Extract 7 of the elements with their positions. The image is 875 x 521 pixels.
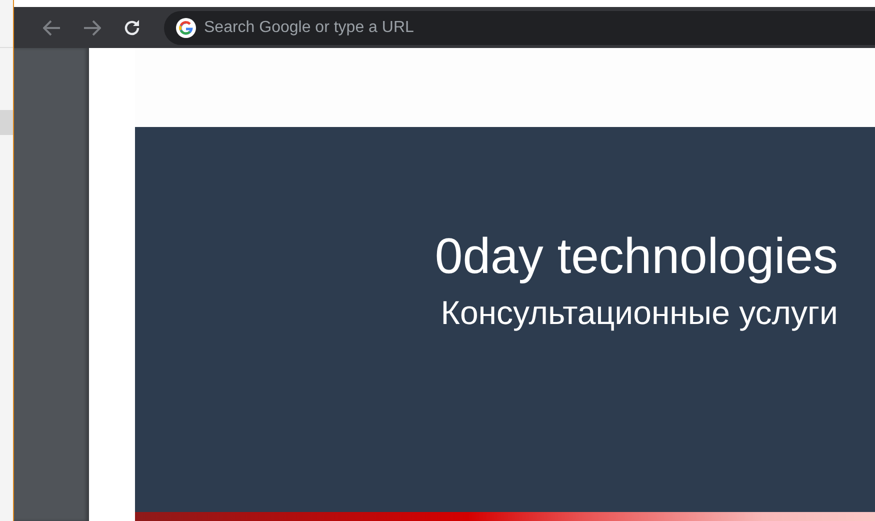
reload-icon [123,18,141,36]
forward-icon [83,20,101,36]
hero-title: 0day technologies [434,227,838,285]
google-icon [176,18,196,38]
back-icon [43,20,61,36]
hero-subtitle: Консультационные услуги [440,293,838,333]
address-field[interactable]: Search Google or type a URL [164,10,875,44]
